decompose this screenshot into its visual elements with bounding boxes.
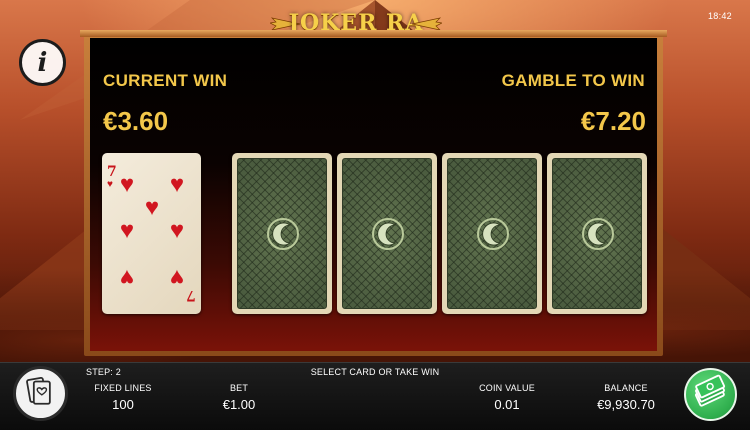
heart-pip-icon: ♥ (169, 217, 185, 244)
gamble-to-win-value: €7.20 (580, 106, 646, 136)
heart-pip-icon: ♥ (119, 171, 135, 198)
card-corner-rank-bottom: 7 (186, 287, 196, 303)
logo-wing-right-icon (412, 17, 442, 31)
card-back-emblem-icon (582, 218, 614, 250)
gamble-panel-cap (80, 30, 667, 37)
fixed-lines-label: FIXED LINES (94, 383, 152, 393)
hidden-card-1[interactable] (232, 153, 332, 314)
heart-pip-icon: ♥ (119, 264, 135, 291)
collect-win-button[interactable] (684, 368, 737, 421)
hidden-card-4[interactable] (547, 153, 647, 314)
bet-value: €1.00 (222, 397, 256, 412)
balance-label: BALANCE (604, 383, 648, 393)
bottom-info-bar: STEP: 2 SELECT CARD OR TAKE WIN FIXED LI… (0, 362, 750, 430)
bet-label: BET (229, 383, 249, 393)
heart-pip-icon: ♥ (144, 194, 160, 221)
hidden-card-3[interactable] (442, 153, 542, 314)
coin-value-value: 0.01 (494, 397, 520, 412)
coin-value-label: COIN VALUE (479, 383, 535, 393)
gamble-to-win-label: GAMBLE TO WIN (501, 71, 645, 90)
current-win-label: CURRENT WIN (103, 71, 228, 90)
status-clock: 18:42 (707, 11, 732, 21)
heart-suit-icon: ♥ (107, 179, 113, 190)
current-win-value: €3.60 (103, 106, 169, 136)
banknotes-icon (694, 374, 726, 407)
gamble-cards-button[interactable] (13, 366, 68, 421)
cards-icon (26, 376, 51, 405)
info-icon: i (37, 47, 48, 78)
fixed-lines-value: 100 (112, 397, 134, 412)
gamble-instruction: SELECT CARD OR TAKE WIN (310, 367, 440, 377)
heart-pip-icon: ♥ (169, 264, 185, 291)
balance-value: €9,930.70 (597, 397, 655, 412)
hidden-card-2[interactable] (337, 153, 437, 314)
heart-pip-icon: ♥ (169, 171, 185, 198)
heart-pip-icon: ♥ (119, 217, 135, 244)
info-button[interactable]: i (19, 39, 66, 86)
card-back-emblem-icon (372, 218, 404, 250)
card-back-emblem-icon (477, 218, 509, 250)
dealer-card-seven-of-hearts: 7 ♥ 7 ♥ ♥ ♥ ♥ ♥ ♥ ♥ (102, 153, 201, 314)
card-back-emblem-icon (267, 218, 299, 250)
